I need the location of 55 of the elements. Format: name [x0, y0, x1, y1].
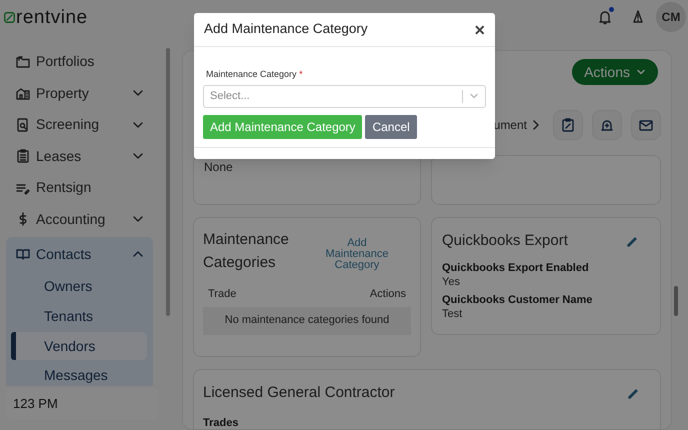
nav-item[interactable]: Rentsign [6, 172, 153, 204]
clipboard-edit-button[interactable] [553, 110, 583, 140]
mail-button[interactable] [631, 110, 661, 140]
clipboard-icon [16, 149, 30, 164]
bell-plus-icon [600, 118, 614, 132]
logo-text: rentvine [16, 8, 88, 26]
pencil-icon [626, 235, 638, 248]
pencil-icon [627, 387, 639, 400]
add-category-link[interactable]: Add Maintenance Category [317, 238, 397, 274]
nav-item[interactable]: Contacts [6, 237, 153, 271]
add-category-button[interactable]: Add Maintenance Category [203, 114, 362, 138]
document-search-icon [16, 118, 30, 132]
selected-indicator [11, 332, 16, 360]
nav-item[interactable]: Screening [6, 109, 153, 140]
book-icon [16, 247, 30, 261]
field-value: Test [442, 308, 464, 320]
mail-icon [639, 118, 653, 132]
card-title: Licensed General Contractor [203, 383, 395, 403]
folder-icon [16, 54, 30, 69]
modal-title: Add Maintenance Category [204, 20, 368, 38]
field-label: Quickbooks Customer Name [442, 292, 594, 308]
chevron-down-icon [469, 91, 479, 101]
cancel-button[interactable]: Cancel [365, 114, 417, 138]
leaf-logo-icon [4, 12, 15, 22]
bell-plus-button[interactable] [592, 110, 622, 140]
field-value: Yes [442, 276, 461, 288]
empty-table-message: No maintenance categories found [203, 306, 411, 334]
building-icon [16, 86, 30, 100]
card-title: Quickbooks Export [442, 231, 568, 251]
chevron-right-icon [532, 120, 540, 130]
column-header: Trade [208, 287, 236, 302]
bell-icon [598, 9, 612, 25]
category-select[interactable]: Select... [203, 84, 486, 108]
chevron-down-icon [636, 67, 646, 77]
field-value: None [204, 159, 234, 176]
column-header: Actions [370, 287, 406, 302]
scrollbar[interactable] [674, 286, 678, 316]
scrollbar[interactable] [166, 48, 170, 316]
breadcrumb-text: ument [494, 117, 527, 134]
field-label: Quickbooks Export Enabled [442, 260, 590, 276]
user-avatar[interactable]: CM [656, 2, 686, 32]
field-label: Trades [203, 416, 240, 429]
nav-subitem[interactable]: Owners [12, 272, 147, 301]
clipboard-edit-icon [561, 118, 575, 132]
nav-subitem[interactable]: Messages [12, 362, 147, 386]
actions-button[interactable]: Actions [572, 59, 658, 85]
nav-item[interactable]: Portfolios [6, 46, 153, 78]
nav-item[interactable]: Property [6, 78, 153, 109]
nav-item[interactable]: Leases [6, 140, 153, 172]
nav-subitem[interactable]: Vendors [12, 332, 147, 360]
close-button[interactable]: × [474, 20, 485, 38]
nav-item[interactable]: Accounting [6, 204, 153, 235]
card-title: Maintenance Categories [203, 230, 290, 273]
field-label: Maintenance Category * [205, 68, 304, 81]
nav-subitem[interactable]: Tenants [12, 302, 147, 330]
